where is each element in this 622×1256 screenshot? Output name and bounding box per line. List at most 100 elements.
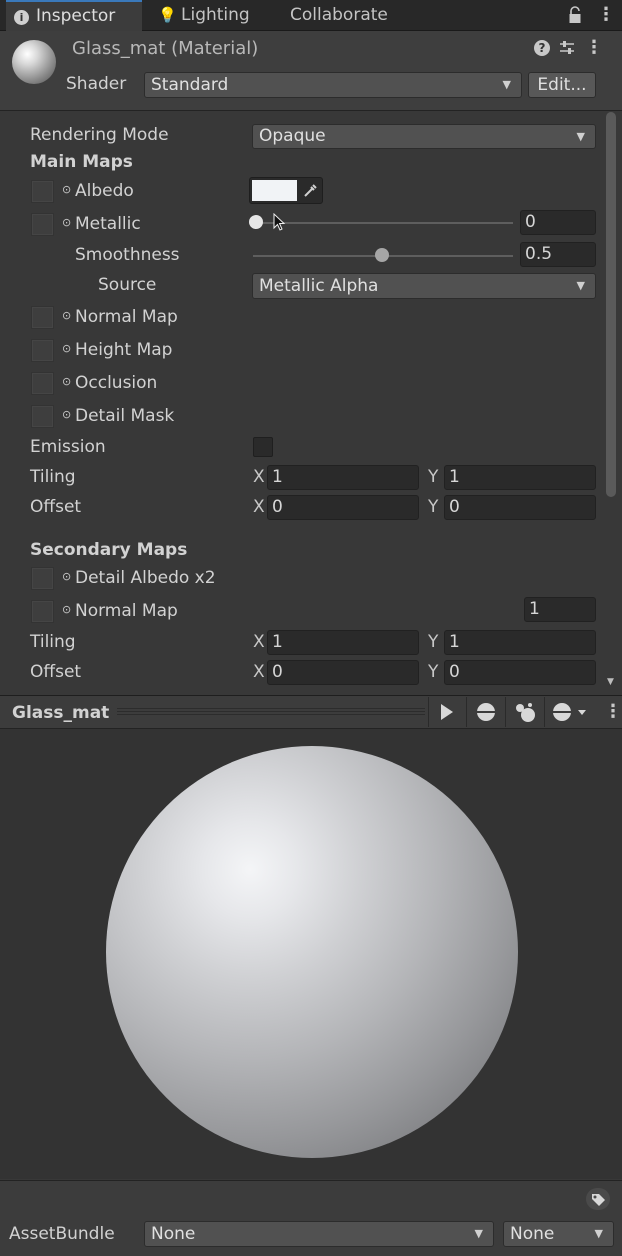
object-picker-icon[interactable]: ⊙: [62, 570, 71, 583]
assetbundle-label: AssetBundle: [9, 1224, 115, 1244]
rendering-mode-label: Rendering Mode: [30, 125, 169, 145]
secondary-normal-scale-field[interactable]: 1: [524, 597, 596, 622]
tab-lighting[interactable]: 💡 Lighting: [158, 0, 268, 31]
tab-lighting-label: Lighting: [181, 5, 250, 25]
object-picker-icon[interactable]: ⊙: [62, 375, 71, 388]
tiling-label: Tiling: [30, 467, 76, 487]
albedo-color-swatch: [252, 180, 297, 201]
object-picker-icon[interactable]: ⊙: [62, 408, 71, 421]
normal-map-label: Normal Map: [75, 307, 178, 327]
smoothness-value-field[interactable]: 0.5: [520, 242, 596, 267]
secondary-normal-map-texture-slot[interactable]: [31, 600, 54, 623]
offset-x-field[interactable]: 0: [267, 495, 419, 520]
tab-collaborate-label: Collaborate: [290, 5, 388, 25]
tiling-y-field[interactable]: 1: [444, 465, 596, 490]
metallic-slider-knob[interactable]: [249, 215, 263, 229]
mouse-cursor-icon: [273, 212, 287, 233]
preview-lighting-icon[interactable]: [505, 697, 543, 727]
scroll-down-arrow-icon[interactable]: ▼: [607, 677, 614, 687]
detail-mask-label: Detail Mask: [75, 406, 175, 426]
rendering-mode-value: Opaque: [259, 126, 326, 146]
object-picker-icon[interactable]: ⊙: [62, 603, 71, 616]
assetbundle-name-value: None: [151, 1224, 196, 1244]
assetbundle-variant-dropdown[interactable]: None ▼: [503, 1221, 614, 1247]
play-icon[interactable]: [428, 697, 464, 727]
preview-mesh-dropdown[interactable]: [544, 697, 594, 727]
secondary-tiling-x-label: X: [253, 632, 265, 652]
preview-drag-handle[interactable]: [117, 708, 425, 716]
secondary-offset-y-label: Y: [428, 662, 439, 682]
secondary-offset-x-field[interactable]: 0: [267, 660, 419, 685]
smoothness-slider-knob[interactable]: [375, 248, 389, 262]
tiling-y-label: Y: [428, 467, 439, 487]
tab-inspector-label: Inspector: [36, 6, 116, 26]
metallic-texture-slot[interactable]: [31, 213, 54, 236]
help-icon[interactable]: ?: [534, 40, 550, 56]
albedo-color-field[interactable]: [249, 177, 323, 204]
source-value: Metallic Alpha: [259, 276, 379, 296]
secondary-offset-x-label: X: [253, 662, 265, 682]
emission-checkbox[interactable]: [253, 437, 273, 457]
asset-labels-icon[interactable]: [586, 1188, 610, 1210]
normal-map-texture-slot[interactable]: [31, 306, 54, 329]
occlusion-label: Occlusion: [75, 373, 158, 393]
preview-menu-icon[interactable]: ⋮: [604, 701, 622, 722]
secondary-normal-map-label: Normal Map: [75, 601, 178, 621]
occlusion-texture-slot[interactable]: [31, 372, 54, 395]
object-picker-icon[interactable]: ⊙: [62, 216, 71, 229]
chevron-down-icon: ▼: [576, 279, 585, 292]
offset-y-label: Y: [428, 497, 439, 517]
source-label: Source: [98, 275, 157, 295]
preview-sphere-icon[interactable]: [466, 697, 504, 727]
shader-label: Shader: [66, 74, 127, 94]
secondary-offset-label: Offset: [30, 662, 82, 682]
tab-collaborate[interactable]: Collaborate: [290, 0, 400, 31]
offset-y-field[interactable]: 0: [444, 495, 596, 520]
metallic-value-field[interactable]: 0: [520, 210, 596, 235]
metallic-slider-track[interactable]: [253, 222, 513, 224]
offset-label: Offset: [30, 497, 82, 517]
shader-dropdown[interactable]: Standard ▼: [144, 72, 522, 98]
info-icon: i: [14, 10, 29, 25]
scroll-up-arrow[interactable]: [605, 0, 617, 9]
eyedropper-icon[interactable]: [302, 181, 320, 199]
chevron-down-icon: ▼: [502, 78, 511, 91]
assetbundle-name-dropdown[interactable]: None ▼: [144, 1221, 494, 1247]
object-picker-icon[interactable]: ⊙: [62, 309, 71, 322]
rendering-mode-dropdown[interactable]: Opaque ▼: [252, 124, 596, 149]
secondary-tiling-label: Tiling: [30, 632, 76, 652]
secondary-tiling-x-field[interactable]: 1: [267, 630, 419, 655]
detail-albedo-texture-slot[interactable]: [31, 567, 54, 590]
assetbundle-variant-value: None: [510, 1224, 555, 1244]
tab-bar: i Inspector 💡 Lighting Collaborate ⋮: [0, 0, 622, 31]
secondary-offset-y-field[interactable]: 0: [444, 660, 596, 685]
chevron-down-icon: ▼: [594, 1227, 603, 1240]
presets-icon[interactable]: [558, 39, 576, 57]
albedo-texture-slot[interactable]: [31, 180, 54, 203]
tab-inspector[interactable]: i Inspector: [6, 0, 142, 31]
lock-icon[interactable]: [568, 5, 582, 25]
secondary-tiling-y-field[interactable]: 1: [444, 630, 596, 655]
emission-label: Emission: [30, 437, 106, 457]
source-dropdown[interactable]: Metallic Alpha ▼: [252, 273, 596, 299]
height-map-texture-slot[interactable]: [31, 339, 54, 362]
material-title: Glass_mat (Material): [72, 38, 259, 59]
chevron-down-icon: ▼: [576, 130, 585, 143]
material-preview-sphere: [106, 746, 518, 1158]
tiling-x-label: X: [253, 467, 265, 487]
metallic-label: Metallic: [75, 214, 141, 234]
edit-shader-button[interactable]: Edit...: [528, 72, 596, 98]
component-menu-icon[interactable]: ⋮: [585, 37, 603, 59]
preview-title: Glass_mat: [12, 703, 110, 723]
material-ball-icon: [12, 40, 56, 84]
albedo-label: Albedo: [75, 181, 134, 201]
object-picker-icon[interactable]: ⊙: [62, 342, 71, 355]
height-map-label: Height Map: [75, 340, 173, 360]
offset-x-label: X: [253, 497, 265, 517]
shader-value: Standard: [151, 75, 229, 95]
inspector-scrollbar-thumb[interactable]: [606, 112, 616, 497]
detail-mask-texture-slot[interactable]: [31, 405, 54, 428]
object-picker-icon[interactable]: ⊙: [62, 183, 71, 196]
tiling-x-field[interactable]: 1: [267, 465, 419, 490]
chevron-down-icon: ▼: [474, 1227, 483, 1240]
